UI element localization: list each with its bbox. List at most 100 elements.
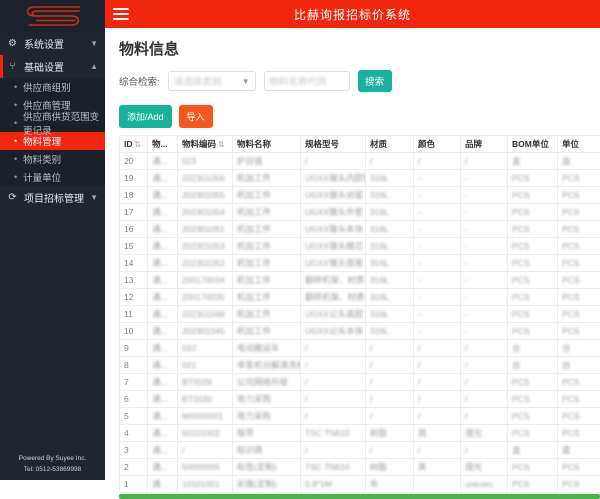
- cell: 202301052: [178, 255, 233, 272]
- cell: /: [366, 442, 414, 459]
- sidebar-item-物料类别[interactable]: •物料类别: [0, 150, 105, 168]
- table-row[interactable]: 8通...021单泵机分解清洗机////台台: [120, 357, 600, 374]
- cell: 316L: [366, 238, 414, 255]
- table-row[interactable]: 12通...200170035机加工件翻转机架、材质316L--PCSPCS: [120, 289, 600, 306]
- cell: PCS: [558, 323, 600, 340]
- table-row[interactable]: 9通...022电动搬运车////台台: [120, 340, 600, 357]
- cell: /: [461, 408, 508, 425]
- cell: 316L: [366, 221, 414, 238]
- table-row[interactable]: 13通...200170034机加工件翻转机架、材质316L--PCSPCS: [120, 272, 600, 289]
- cell: unicom: [461, 476, 508, 493]
- chevron-down-icon: ▼: [242, 77, 250, 86]
- logo: [0, 0, 105, 32]
- cell: 通...: [148, 272, 178, 289]
- cell: UGXX公头底腔: [301, 306, 366, 323]
- cell: /: [366, 391, 414, 408]
- table-row[interactable]: 19通...202301056机加工件UGXX锥头内腔管316L--PCSPCS: [120, 170, 600, 187]
- sort-icon[interactable]: ⇅: [135, 140, 142, 149]
- column-header: 单位: [558, 136, 600, 153]
- table-row[interactable]: 3通.../标识牌////盒盒: [120, 442, 600, 459]
- cell: 彩旗(定制): [233, 476, 301, 493]
- table-row[interactable]: 18通...202301055机加工件UGXX锥头对接316L--PCSPCS: [120, 187, 600, 204]
- table-row[interactable]: 14通...202301052机加工件UGXX锥头底座316L--PCSPCS: [120, 255, 600, 272]
- cell: 电力采购: [233, 391, 301, 408]
- table-row[interactable]: 5通...W0000001电力采购////PCSPCS: [120, 408, 600, 425]
- cell-id: 20: [120, 153, 148, 170]
- cell: PCS: [508, 272, 558, 289]
- cell: 202301054: [178, 204, 233, 221]
- table-row[interactable]: 1通...10101001彩旗(定制)0.8*1M布unicomPCSPCS: [120, 476, 600, 493]
- table-row[interactable]: 11通...202301048机加工件UGXX公头底腔316L--PCSPCS: [120, 306, 600, 323]
- cell: /: [461, 357, 508, 374]
- sidebar-group-系统设置[interactable]: ⚙系统设置▼: [0, 32, 105, 55]
- cell: -: [461, 187, 508, 204]
- add-button[interactable]: 添加/Add: [119, 105, 172, 128]
- cell: 标识牌: [233, 442, 301, 459]
- sidebar-submenu: •供应商组别•供应商管理•供应商供货范围变更记录•物料管理•物料类别•计量单位: [0, 78, 105, 186]
- column-header[interactable]: ID⇅: [120, 136, 148, 153]
- cell: TSC TN610: [301, 459, 366, 476]
- sidebar-group-项目招标管理[interactable]: ⟳项目招标管理▼: [0, 186, 105, 209]
- toolbar: 添加/Add 导入: [119, 105, 600, 128]
- cell: 机加工件: [233, 272, 301, 289]
- cell: 盒: [508, 153, 558, 170]
- cell: BT0029: [178, 374, 233, 391]
- cell: 通...: [148, 187, 178, 204]
- table-row[interactable]: 7通...BT0029公司网络升级////PCSPCS: [120, 374, 600, 391]
- cell: 通...: [148, 425, 178, 442]
- table-row[interactable]: 4通...60101002碳带TSC TN610树脂黑理光PCSPCS: [120, 425, 600, 442]
- cell: 通...: [148, 374, 178, 391]
- cell: UGXX锥头本体: [301, 221, 366, 238]
- cell: /: [414, 391, 461, 408]
- cell-id: 7: [120, 374, 148, 391]
- cell: PCS: [508, 408, 558, 425]
- cell: PCS: [508, 289, 558, 306]
- sort-icon[interactable]: ⇅: [218, 140, 225, 149]
- column-header[interactable]: 物料编码⇅: [178, 136, 233, 153]
- bullet-icon: •: [14, 136, 17, 146]
- sidebar-item-供应商组别[interactable]: •供应商组别: [0, 78, 105, 96]
- cell: PCS: [558, 170, 600, 187]
- search-button[interactable]: 搜索: [358, 70, 392, 92]
- cell: 机加工件: [233, 306, 301, 323]
- cell: 通...: [148, 476, 178, 493]
- cell: 021: [178, 357, 233, 374]
- cell: /: [414, 340, 461, 357]
- table-row[interactable]: 6通...BT0030电力采购////PCSPCS: [120, 391, 600, 408]
- table-row[interactable]: 16通...202301051机加工件UGXX锥头本体316L--PCSPCS: [120, 221, 600, 238]
- cell-id: 4: [120, 425, 148, 442]
- bullet-icon: •: [14, 118, 17, 128]
- table-row[interactable]: 20通...023护目镜////盒盒: [120, 153, 600, 170]
- table-row[interactable]: 2通...50000005标签(定制)TSC TN610树脂黑理光PCSPCS: [120, 459, 600, 476]
- sidebar-group-基础设置[interactable]: ⑂基础设置▲: [0, 55, 105, 78]
- input-placeholder: 物料名称代码: [270, 74, 327, 88]
- import-button[interactable]: 导入: [179, 105, 213, 128]
- chevron-up-icon: ▲: [90, 62, 98, 71]
- topbar: 比赫询报招标价系统: [105, 0, 600, 28]
- cell-id: 2: [120, 459, 148, 476]
- chevron-down-icon: ▼: [90, 39, 98, 48]
- cell-id: 11: [120, 306, 148, 323]
- cell: 台: [558, 357, 600, 374]
- select-placeholder: 请选择类别: [174, 74, 222, 88]
- sidebar-menu: ⚙系统设置▼⑂基础设置▲•供应商组别•供应商管理•供应商供货范围变更记录•物料管…: [0, 32, 105, 209]
- table-row[interactable]: 15通...202301053机加工件UGXX锥头模芯316L--PCSPCS: [120, 238, 600, 255]
- cell: PCS: [508, 323, 558, 340]
- cell: 机加工件: [233, 289, 301, 306]
- table-row[interactable]: 17通...202301054机加工件UGXX锥头外套316L--PCSPCS: [120, 204, 600, 221]
- cell-id: 6: [120, 391, 148, 408]
- cell: 022: [178, 340, 233, 357]
- materials-table-wrap: ID⇅物...物料编码⇅物料名称规格型号材质颜色品牌BOM单位单位 20通...…: [119, 135, 600, 499]
- sidebar-item-计量单位[interactable]: •计量单位: [0, 168, 105, 186]
- cell: 0.8*1M: [301, 476, 366, 493]
- keyword-input[interactable]: 物料名称代码: [264, 71, 350, 91]
- category-select[interactable]: 请选择类别 ▼: [168, 71, 256, 91]
- cell: -: [461, 204, 508, 221]
- sidebar-item-供应商供货范围变更记录[interactable]: •供应商供货范围变更记录: [0, 114, 105, 132]
- horizontal-scrollbar[interactable]: [119, 494, 600, 499]
- cell-id: 13: [120, 272, 148, 289]
- cell: /: [366, 408, 414, 425]
- cell: 316L: [366, 272, 414, 289]
- table-row[interactable]: 10通...202301045机加工件UGXX公头本体316L--PCSPCS: [120, 323, 600, 340]
- cell: 通...: [148, 442, 178, 459]
